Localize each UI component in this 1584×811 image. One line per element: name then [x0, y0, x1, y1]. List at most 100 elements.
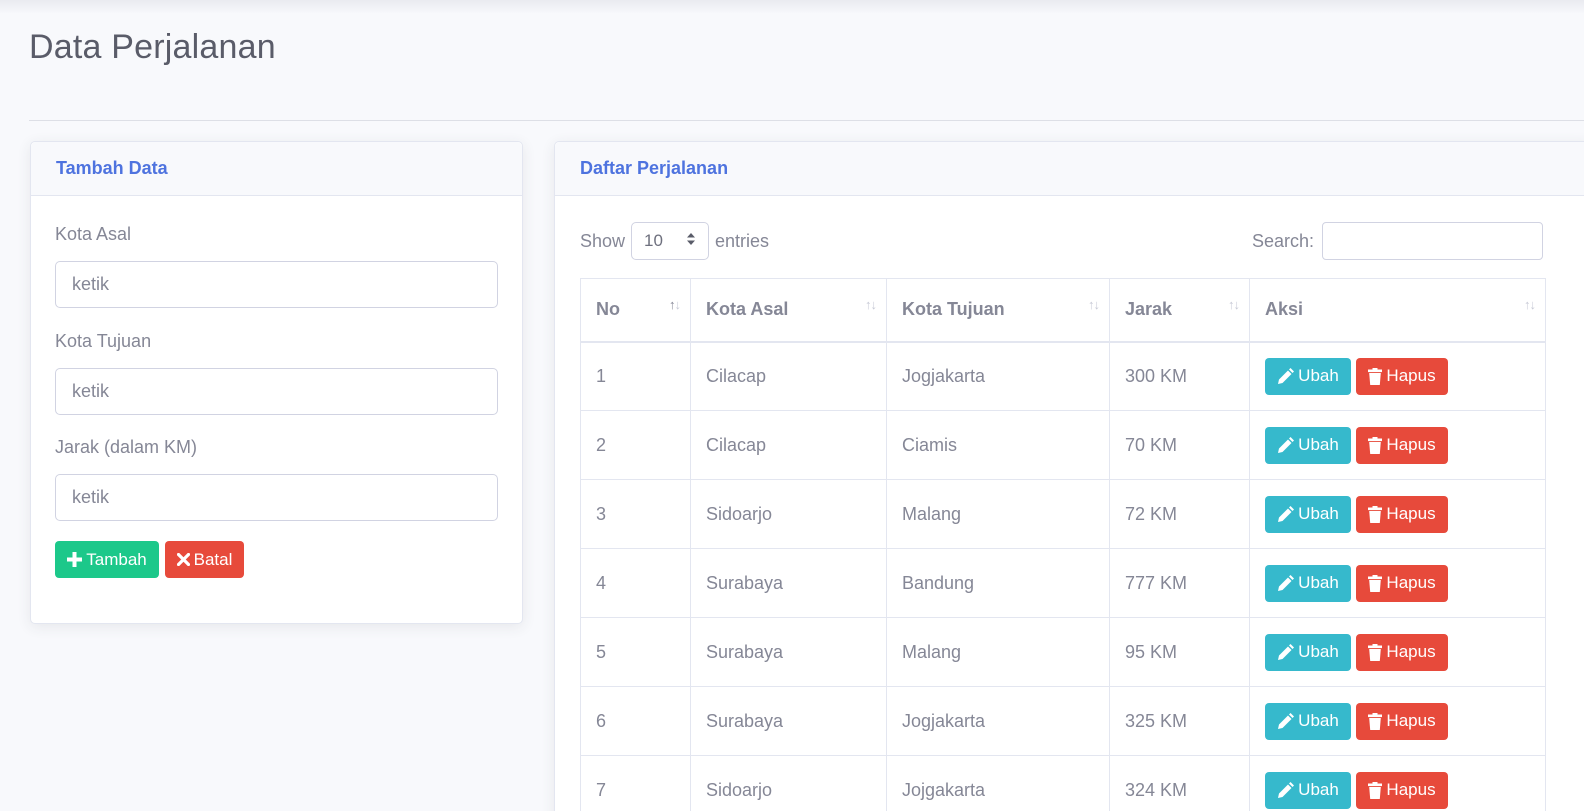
- cell-destination: Malang: [886, 479, 1110, 549]
- delete-button-label: Hapus: [1386, 504, 1436, 523]
- delete-button[interactable]: Hapus: [1356, 564, 1448, 602]
- cancel-button[interactable]: Batal: [165, 541, 244, 578]
- delete-button-label: Hapus: [1386, 366, 1436, 386]
- column-header-distance[interactable]: Jarak ↑↓: [1109, 278, 1250, 343]
- entries-label: entries: [715, 230, 770, 251]
- origin-city-input[interactable]: [55, 261, 498, 308]
- edit-button[interactable]: Ubah: [1265, 357, 1351, 395]
- cell-no: 4: [580, 548, 691, 618]
- divider: [29, 120, 1584, 121]
- pencil-icon: [1277, 712, 1295, 730]
- edit-button[interactable]: Ubah: [1265, 771, 1351, 809]
- cell-distance: 324 KM: [1109, 755, 1250, 811]
- cell-destination: Bandung: [886, 548, 1110, 618]
- delete-button[interactable]: Hapus: [1356, 702, 1448, 740]
- trip-table: No ↑↓ Kota Asal ↑↓ Kota Tujuan ↑↓ Jarak …: [580, 278, 1546, 811]
- cell-distance: 72 KM: [1109, 479, 1250, 549]
- pencil-icon: [1277, 436, 1295, 454]
- delete-button[interactable]: Hapus: [1356, 495, 1448, 533]
- add-data-card-header: Tambah Data: [31, 142, 522, 196]
- trash-icon: [1368, 781, 1383, 799]
- table-row: 5 Surabaya Malang 95 KM Ubah Hapus: [580, 617, 1546, 687]
- table-row: 3 Sidoarjo Malang 72 KM Ubah Hapus: [580, 479, 1546, 549]
- column-header-no[interactable]: No ↑↓: [580, 278, 691, 343]
- add-button-label: Tambah: [86, 549, 147, 569]
- cell-origin: Cilacap: [690, 410, 887, 480]
- entries-length-control: Show 10 entries: [580, 222, 769, 260]
- cell-actions: Ubah Hapus: [1249, 479, 1546, 549]
- distance-input[interactable]: [55, 474, 498, 521]
- edit-button[interactable]: Ubah: [1265, 633, 1351, 671]
- table-search: Search:: [1252, 222, 1544, 260]
- cell-destination: Jojgakarta: [886, 755, 1110, 811]
- table-row: 6 Surabaya Jogjakarta 325 KM Ubah Hapus: [580, 686, 1546, 756]
- cell-actions: Ubah Hapus: [1249, 410, 1546, 480]
- edit-button-label: Ubah: [1298, 711, 1339, 730]
- cell-origin: Surabaya: [690, 617, 887, 687]
- topbar-shadow: [0, 0, 1584, 14]
- add-button[interactable]: Tambah: [55, 541, 159, 578]
- origin-city-label: Kota Asal: [55, 224, 132, 244]
- cell-no: 7: [580, 755, 691, 811]
- column-header-origin[interactable]: Kota Asal ↑↓: [690, 278, 887, 343]
- table-row: 1 Cilacap Jogjakarta 300 KM Ubah Hapus: [580, 341, 1546, 411]
- show-label: Show: [580, 230, 626, 251]
- column-header-label: Kota Asal: [706, 299, 789, 320]
- delete-button[interactable]: Hapus: [1356, 357, 1448, 395]
- cell-destination: Malang: [886, 617, 1110, 687]
- pencil-icon: [1277, 781, 1295, 799]
- edit-button[interactable]: Ubah: [1265, 702, 1351, 740]
- trash-icon: [1368, 643, 1383, 661]
- edit-button-label: Ubah: [1298, 780, 1339, 799]
- cell-origin: Sidoarjo: [690, 755, 887, 811]
- column-header-label: Kota Tujuan: [902, 299, 1005, 320]
- cell-origin: Surabaya: [690, 548, 887, 618]
- sort-asc-icon: ↑↓: [669, 297, 681, 312]
- trash-icon: [1368, 505, 1383, 523]
- delete-button[interactable]: Hapus: [1356, 633, 1448, 671]
- edit-button-label: Ubah: [1298, 504, 1339, 523]
- delete-button[interactable]: Hapus: [1356, 771, 1448, 809]
- edit-button-label: Ubah: [1298, 642, 1339, 661]
- edit-button[interactable]: Ubah: [1265, 495, 1351, 533]
- trash-icon: [1368, 574, 1383, 592]
- table-row: 7 Sidoarjo Jojgakarta 324 KM Ubah Hapus: [580, 755, 1546, 811]
- cell-actions: Ubah Hapus: [1249, 755, 1546, 811]
- cell-destination: Ciamis: [886, 410, 1110, 480]
- column-header-label: Aksi: [1265, 299, 1304, 320]
- delete-button-label: Hapus: [1386, 642, 1436, 661]
- edit-button[interactable]: Ubah: [1265, 426, 1351, 464]
- cell-distance: 325 KM: [1109, 686, 1250, 756]
- cell-destination: Jogjakarta: [886, 686, 1110, 756]
- cell-distance: 300 KM: [1109, 341, 1250, 411]
- pencil-icon: [1277, 505, 1295, 523]
- cell-no: 1: [580, 341, 691, 411]
- cell-distance: 70 KM: [1109, 410, 1250, 480]
- sort-icon: ↑↓: [865, 297, 877, 312]
- trash-icon: [1368, 436, 1383, 454]
- cell-no: 3: [580, 479, 691, 549]
- cell-origin: Surabaya: [690, 686, 887, 756]
- edit-button[interactable]: Ubah: [1265, 564, 1351, 602]
- column-header-destination[interactable]: Kota Tujuan ↑↓: [886, 278, 1110, 343]
- delete-button-label: Hapus: [1386, 435, 1436, 454]
- cell-actions: Ubah Hapus: [1249, 548, 1546, 618]
- cell-no: 6: [580, 686, 691, 756]
- plus-icon: [67, 552, 83, 567]
- destination-city-input[interactable]: [55, 368, 498, 415]
- entries-select[interactable]: 10: [631, 222, 710, 260]
- search-input[interactable]: [1322, 222, 1544, 260]
- cell-distance: 95 KM: [1109, 617, 1250, 687]
- sort-icon: ↑↓: [1228, 297, 1240, 312]
- sort-updown-icon: [686, 231, 696, 251]
- trash-icon: [1368, 712, 1383, 730]
- cell-actions: Ubah Hapus: [1249, 341, 1546, 411]
- page-title: Data Perjalanan: [29, 28, 276, 66]
- column-header-actions[interactable]: Aksi ↑↓: [1249, 278, 1546, 343]
- distance-label: Jarak (dalam KM): [55, 437, 198, 457]
- delete-button[interactable]: Hapus: [1356, 426, 1448, 464]
- trash-icon: [1368, 367, 1383, 385]
- cell-actions: Ubah Hapus: [1249, 617, 1546, 687]
- edit-button-label: Ubah: [1298, 573, 1339, 592]
- entries-select-value: 10: [644, 231, 663, 250]
